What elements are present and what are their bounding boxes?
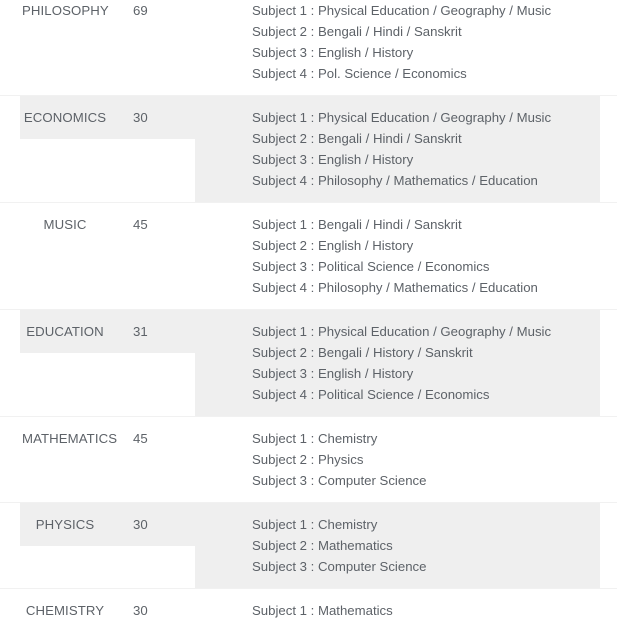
subject-line: Subject 4 : Political Science / Economic… [252, 387, 490, 402]
department-name-cell: PHILOSOPHY [22, 3, 109, 18]
subject-line: Subject 2 : Bengali / History / Sanskrit [252, 345, 473, 360]
table-row: ECONOMICS 30 Subject 1 : Physical Educatio… [0, 96, 617, 203]
subject-combination-cell: Subject 1 : Physical Education / Geograp… [195, 96, 600, 202]
department-name-cell: EDUCATION [20, 310, 110, 353]
subject-line: Subject 4 : Philosophy / Mathematics / E… [252, 173, 538, 188]
subject-combination-cell: Subject 1 : Physical Education / Geograp… [195, 0, 600, 95]
department-name-cell: CHEMISTRY [25, 603, 105, 618]
subject-combination-cell: Subject 1 : MathematicsSubject 2 : Physi… [195, 589, 600, 624]
subject-line: Subject 3 : English / History [252, 152, 414, 167]
department-name-cell: PHYSICS [20, 503, 110, 546]
subject-line: Subject 1 : Physical Education / Geograp… [252, 324, 552, 339]
table-row: MUSIC 45 Subject 1 : Bengali / Hindi / San… [0, 203, 617, 310]
subject-line: Subject 3 : Political Science / Economic… [252, 259, 490, 274]
subject-combination-cell: Subject 1 : Physical Education / Geograp… [195, 310, 600, 416]
subject-line: Subject 2 : Mathematics [252, 538, 393, 553]
subject-line: Subject 2 : Bengali / Hindi / Sanskrit [252, 24, 462, 39]
seat-count-cell: 31 [110, 310, 195, 353]
subject-line: Subject 2 : Physics [252, 452, 364, 467]
subject-line: Subject 1 : Chemistry [252, 517, 378, 532]
seat-count-cell: 30 [110, 96, 195, 139]
subject-line: Subject 3 : English / History [252, 366, 414, 381]
subject-combination-table: PHILOSOPHY 69 Subject 1 : Physical Educati… [0, 0, 617, 624]
seat-count-cell: 69 [133, 3, 148, 18]
seat-count-cell: 30 [110, 503, 195, 546]
seat-count-cell: 30 [133, 603, 148, 618]
subject-line: Subject 1 : Bengali / Hindi / Sanskrit [252, 217, 462, 232]
subject-line: Subject 3 : Computer Science [252, 559, 427, 574]
subject-line: Subject 3 : English / History [252, 45, 414, 60]
table-row: EDUCATION 31 Subject 1 : Physical Educatio… [0, 310, 617, 417]
subject-line: Subject 3 : Computer Science [252, 473, 427, 488]
subject-combination-cell: Subject 1 : Chemistry Subject 2 : Physics… [195, 417, 600, 502]
subject-line: Subject 4 : Pol. Science / Economics [252, 66, 467, 81]
subject-line: Subject 1 : Chemistry [252, 431, 378, 446]
subject-line: Subject 2 : English / History [252, 238, 414, 253]
department-name-cell: ECONOMICS [20, 96, 110, 139]
table-row: PHYSICS 30 Subject 1 : Chemistry Subject 2 … [0, 503, 617, 589]
table-row: CHEMISTRY 30 Subject 1 : MathematicsSubjec… [0, 589, 617, 624]
table-row: PHILOSOPHY 69 Subject 1 : Physical Educati… [0, 0, 617, 96]
subject-line: Subject 1 : Physical Education / Geograp… [252, 3, 552, 18]
subject-line: Subject 4 : Philosophy / Mathematics / E… [252, 280, 538, 295]
seat-count-cell: 45 [133, 217, 148, 232]
subject-combination-cell: Subject 1 : Chemistry Subject 2 : Mathema… [195, 503, 600, 588]
subject-line: Subject 1 : Mathematics [252, 603, 393, 618]
subject-table-viewport: PHILOSOPHY 69 Subject 1 : Physical Educati… [0, 0, 617, 624]
subject-line: Subject 1 : Physical Education / Geograp… [252, 110, 552, 125]
subject-line: Subject 2 : Bengali / Hindi / Sanskrit [252, 131, 462, 146]
table-row: MATHEMATICS 45 Subject 1 : Chemistry Subjec… [0, 417, 617, 503]
seat-count-cell: 45 [133, 431, 148, 446]
department-name-cell: MATHEMATICS [22, 431, 118, 446]
subject-combination-cell: Subject 1 : Bengali / Hindi / Sanskrit Su… [195, 203, 600, 309]
department-name-cell: MUSIC [43, 217, 87, 232]
